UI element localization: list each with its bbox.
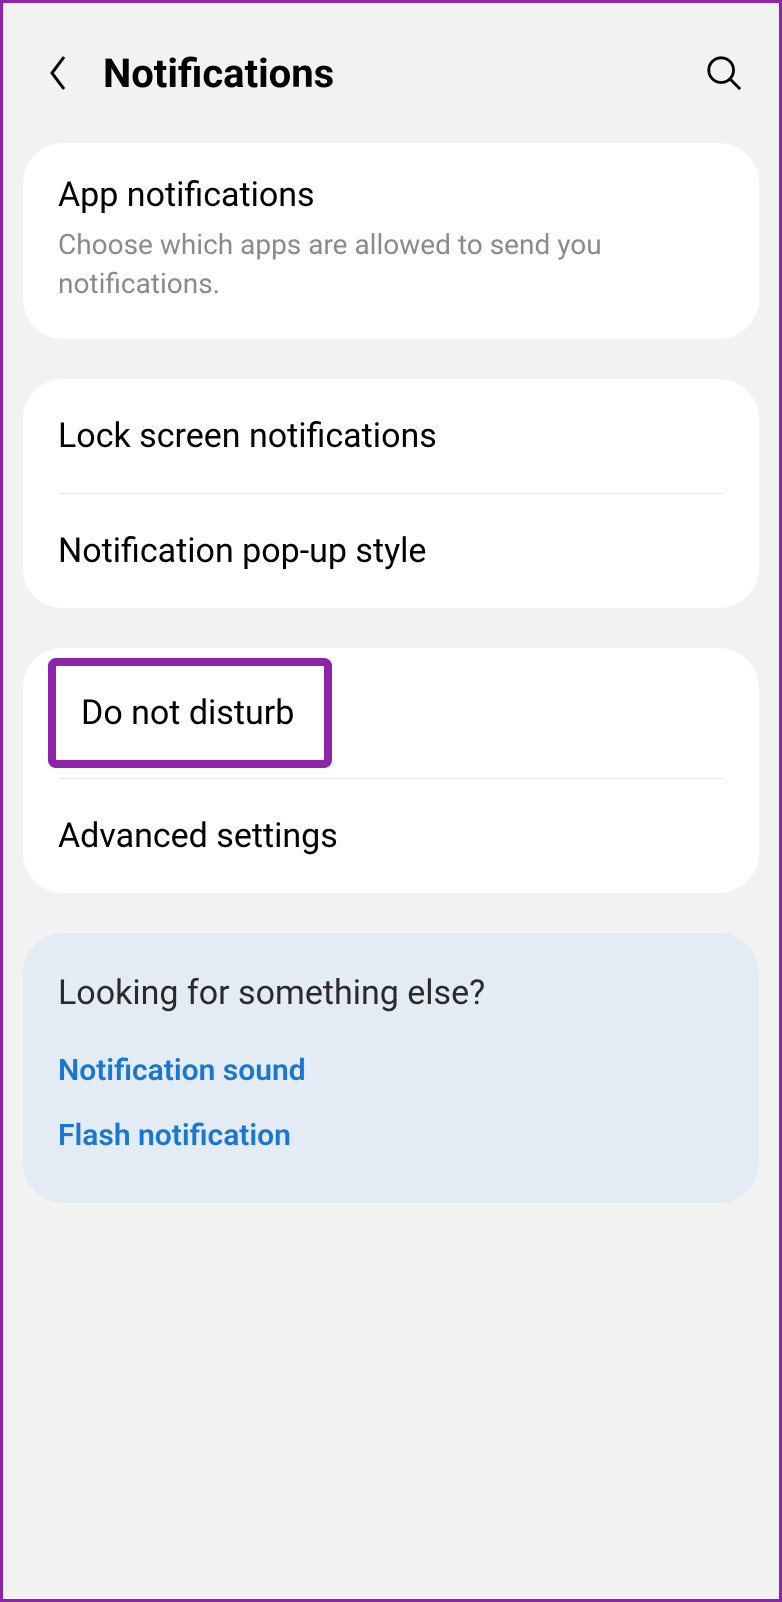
setting-app-notifications[interactable]: App notifications Choose which apps are … (23, 143, 759, 339)
setting-description: Choose which apps are allowed to send yo… (58, 225, 724, 303)
setting-advanced-settings[interactable]: Advanced settings (23, 779, 759, 893)
highlight-annotation: Do not disturb (48, 658, 332, 768)
card-app-notifications: App notifications Choose which apps are … (23, 143, 759, 339)
header: Notifications (3, 3, 779, 143)
setting-do-not-disturb[interactable]: Do not disturb (23, 648, 759, 778)
setting-lock-screen-notifications[interactable]: Lock screen notifications (23, 379, 759, 493)
search-icon (705, 54, 743, 92)
setting-title: Do not disturb (81, 691, 294, 735)
card-advanced: Do not disturb Advanced settings (23, 648, 759, 893)
setting-title: App notifications (58, 173, 724, 217)
search-button[interactable] (699, 48, 749, 98)
setting-notification-popup-style[interactable]: Notification pop-up style (23, 494, 759, 608)
chevron-left-icon (46, 53, 70, 93)
suggestions-card: Looking for something else? Notification… (23, 933, 759, 1203)
suggestions-heading: Looking for something else? (58, 973, 724, 1013)
link-flash-notification[interactable]: Flash notification (58, 1118, 724, 1153)
setting-title: Notification pop-up style (58, 529, 724, 573)
page-title: Notifications (103, 50, 699, 97)
setting-title: Advanced settings (58, 814, 724, 858)
link-notification-sound[interactable]: Notification sound (58, 1053, 724, 1088)
setting-title: Lock screen notifications (58, 414, 724, 458)
card-display-options: Lock screen notifications Notification p… (23, 379, 759, 608)
back-button[interactable] (33, 48, 83, 98)
